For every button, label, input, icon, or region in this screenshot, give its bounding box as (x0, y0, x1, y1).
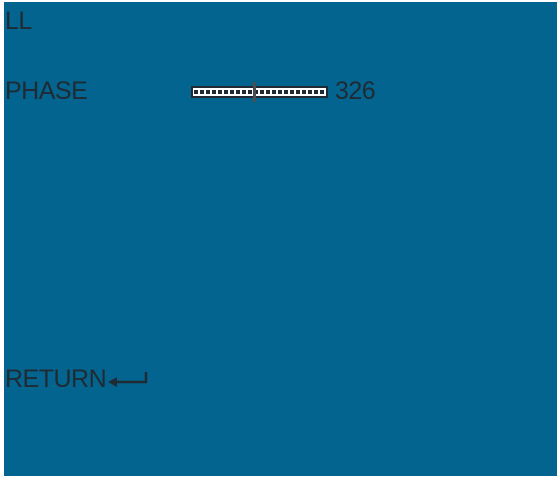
menu-title: LL (5, 7, 32, 35)
phase-label[interactable]: PHASE (5, 77, 88, 105)
osd-menu-screen: LL PHASE 326 RETURN (4, 2, 557, 476)
return-option[interactable]: RETURN (5, 365, 150, 393)
return-label: RETURN (5, 365, 107, 393)
phase-value: 326 (335, 77, 376, 105)
enter-arrow-icon (108, 372, 148, 387)
phase-slider-track (194, 90, 325, 94)
phase-slider[interactable] (191, 82, 328, 102)
phase-slider-thumb[interactable] (253, 82, 256, 102)
